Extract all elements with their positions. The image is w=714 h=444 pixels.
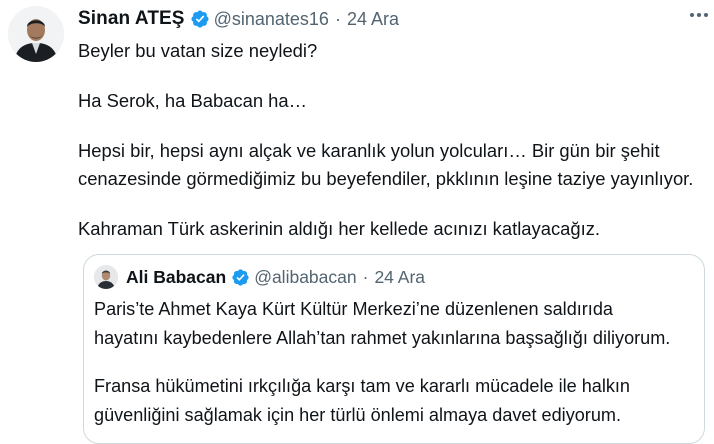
tweet-header: Sinan ATEŞ @sinanates16 · 24 Ara: [78, 4, 698, 34]
quoted-author-display-name: Ali Babacan: [126, 266, 227, 287]
quoted-author-avatar[interactable]: [94, 265, 118, 289]
quoted-tweet-date: 24 Ara: [374, 266, 426, 287]
quoted-text-line: hayatını kaybedenlere Allah’tan rahmet y…: [94, 328, 671, 348]
author-display-name[interactable]: Sinan ATEŞ: [78, 8, 185, 30]
tweet-date[interactable]: 24 Ara: [347, 9, 399, 30]
quoted-author-handle: @alibabacan: [254, 266, 357, 287]
tweet-paragraph: Beyler bu vatan size neyledi?: [78, 40, 318, 61]
more-options-icon[interactable]: [686, 6, 712, 24]
quoted-tweet-header: Ali Babacan @alibabacan · 24 Ara: [94, 265, 425, 289]
verified-badge-icon: [190, 9, 210, 29]
quoted-text-line: Paris’te Ahmet Kaya Kürt Kültür Merkezi’…: [94, 299, 613, 319]
quoted-tweet-text: Paris’te Ahmet Kaya Kürt Kültür Merkezi’…: [94, 295, 694, 430]
tweet-text: Beyler bu vatan size neyledi? Ha Serok, …: [78, 37, 698, 243]
tweet-paragraph: Kahraman Türk askerinin aldığı her kelle…: [78, 218, 601, 239]
author-handle[interactable]: @sinanates16: [214, 9, 329, 30]
tweet-paragraph-line: cenazesinde görmediğimiz bu beyefendiler…: [78, 168, 694, 189]
header-separator: ·: [334, 8, 341, 29]
author-avatar-image: [8, 6, 64, 62]
quoted-header-separator: ·: [362, 266, 369, 287]
quoted-text-line: Fransa hükümetini ırkçılığa karşı tam ve…: [94, 376, 630, 396]
quoted-tweet[interactable]: Ali Babacan @alibabacan · 24 Ara Paris’t…: [83, 254, 705, 444]
tweet-content: Sinan ATEŞ @sinanates16 · 24 Ara Beyler …: [78, 4, 698, 243]
verified-badge-icon: [231, 268, 250, 287]
tweet: Sinan ATEŞ @sinanates16 · 24 Ara Beyler …: [0, 0, 714, 444]
author-avatar[interactable]: [8, 6, 64, 62]
tweet-paragraph: Ha Serok, ha Babacan ha…: [78, 90, 308, 111]
tweet-paragraph-line: Hepsi bir, hepsi aynı alçak ve karanlık …: [78, 140, 660, 161]
quoted-text-line: güvenliğini sağlamak için her türlü önle…: [94, 405, 621, 425]
